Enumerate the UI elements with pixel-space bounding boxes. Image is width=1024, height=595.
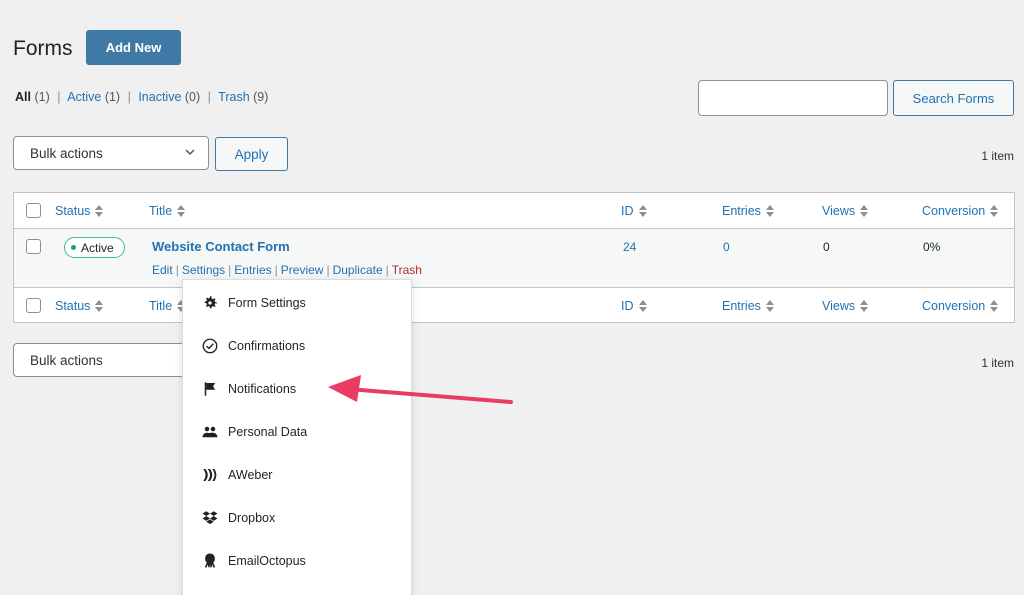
- filter-separator: |: [57, 90, 61, 104]
- filter-separator: |: [207, 90, 211, 104]
- octopus-icon: [201, 552, 219, 570]
- action-duplicate[interactable]: Duplicate: [333, 263, 383, 277]
- column-conversion-footer[interactable]: Conversion: [922, 299, 999, 313]
- filter-inactive-count: (0): [184, 90, 201, 104]
- form-id-link[interactable]: 24: [623, 240, 636, 254]
- settings-dropdown-menu: Form Settings Confirmations Notification…: [182, 279, 412, 595]
- filter-trash-count: (9): [253, 90, 269, 104]
- column-title-footer[interactable]: Title: [149, 299, 186, 313]
- bulk-actions-value: Bulk actions: [30, 352, 103, 368]
- action-preview[interactable]: Preview: [281, 263, 324, 277]
- menu-item-aweber[interactable]: AWeber: [183, 460, 411, 490]
- filter-separator: |: [127, 90, 131, 104]
- action-separator: |: [326, 263, 330, 277]
- search-forms-button[interactable]: Search Forms: [893, 80, 1014, 116]
- action-settings[interactable]: Settings: [182, 263, 225, 277]
- menu-item-personal-data[interactable]: Personal Data: [183, 417, 411, 447]
- views-count: 0: [823, 240, 830, 254]
- filter-active-count: (1): [104, 90, 121, 104]
- column-status[interactable]: Status: [55, 204, 104, 218]
- filter-all-count: (1): [34, 90, 50, 104]
- users-icon: [201, 423, 219, 441]
- row-checkbox[interactable]: [26, 239, 41, 254]
- add-new-button[interactable]: Add New: [86, 30, 181, 65]
- row-actions: Edit | Settings | Entries | Preview | Duplicate |…: [152, 263, 422, 277]
- action-separator: |: [228, 263, 232, 277]
- column-id-footer[interactable]: ID: [621, 299, 647, 313]
- items-count-bottom: 1 item: [981, 356, 1014, 370]
- filter-all[interactable]: All: [15, 90, 31, 104]
- sort-icon: [638, 205, 647, 217]
- menu-item-form-settings[interactable]: Form Settings: [183, 288, 411, 318]
- column-entries[interactable]: Entries: [722, 204, 774, 218]
- sort-icon: [177, 205, 186, 217]
- gear-icon: [201, 294, 219, 312]
- column-status-footer[interactable]: Status: [55, 299, 104, 313]
- bulk-actions-value: Bulk actions: [30, 145, 103, 161]
- bulk-actions-select-bottom[interactable]: Bulk actions: [13, 343, 209, 377]
- sort-icon: [765, 300, 774, 312]
- sort-icon: [95, 300, 104, 312]
- forms-table: Status Title ID Entries Views Conversion…: [13, 192, 1015, 323]
- sort-icon: [990, 300, 999, 312]
- column-entries-footer[interactable]: Entries: [722, 299, 774, 313]
- filter-trash[interactable]: Trash: [218, 90, 250, 104]
- action-separator: |: [274, 263, 278, 277]
- annotation-arrow: [328, 375, 513, 404]
- check-circle-icon: [201, 337, 219, 355]
- flag-icon: [201, 380, 219, 398]
- action-separator: |: [175, 263, 179, 277]
- apply-button[interactable]: Apply: [215, 137, 288, 171]
- status-badge: Active: [64, 237, 125, 258]
- status-filter-links: All (1) | Active (1) | Inactive (0) | Tr…: [15, 90, 268, 104]
- filter-inactive[interactable]: Inactive: [138, 90, 181, 104]
- sort-icon: [990, 205, 999, 217]
- form-title-link[interactable]: Website Contact Form: [152, 239, 290, 254]
- status-dot-icon: [71, 245, 76, 250]
- action-edit[interactable]: Edit: [152, 263, 173, 277]
- aweber-icon: [201, 466, 219, 484]
- entries-count-link[interactable]: 0: [723, 240, 730, 254]
- action-trash[interactable]: Trash: [392, 263, 422, 277]
- column-views[interactable]: Views: [822, 204, 869, 218]
- column-conversion[interactable]: Conversion: [922, 204, 999, 218]
- menu-item-confirmations[interactable]: Confirmations: [183, 331, 411, 361]
- search-input[interactable]: [698, 80, 888, 116]
- chevron-down-icon: [185, 149, 195, 156]
- filter-active[interactable]: Active: [67, 90, 101, 104]
- sort-icon: [95, 205, 104, 217]
- page-title: Forms: [13, 37, 73, 60]
- table-footer-row: Status Title ID Entries Views Conversion: [14, 287, 1014, 323]
- items-count-top: 1 item: [981, 149, 1014, 163]
- sort-icon: [638, 300, 647, 312]
- bulk-actions-select-top[interactable]: Bulk actions: [13, 136, 209, 170]
- conversion-rate: 0%: [923, 240, 941, 254]
- column-views-footer[interactable]: Views: [822, 299, 869, 313]
- sort-icon: [860, 205, 869, 217]
- menu-item-emailoctopus[interactable]: EmailOctopus: [183, 546, 411, 576]
- sort-icon: [860, 300, 869, 312]
- column-title[interactable]: Title: [149, 204, 186, 218]
- action-separator: |: [385, 263, 389, 277]
- action-entries[interactable]: Entries: [234, 263, 271, 277]
- table-row: Active Website Contact Form Edit | Setting…: [14, 229, 1014, 287]
- table-header-row: Status Title ID Entries Views Conversion: [14, 193, 1014, 229]
- select-all-checkbox[interactable]: [26, 203, 41, 218]
- dropbox-icon: [201, 509, 219, 527]
- menu-item-dropbox[interactable]: Dropbox: [183, 503, 411, 533]
- select-all-checkbox-footer[interactable]: [26, 298, 41, 313]
- sort-icon: [765, 205, 774, 217]
- column-id[interactable]: ID: [621, 204, 647, 218]
